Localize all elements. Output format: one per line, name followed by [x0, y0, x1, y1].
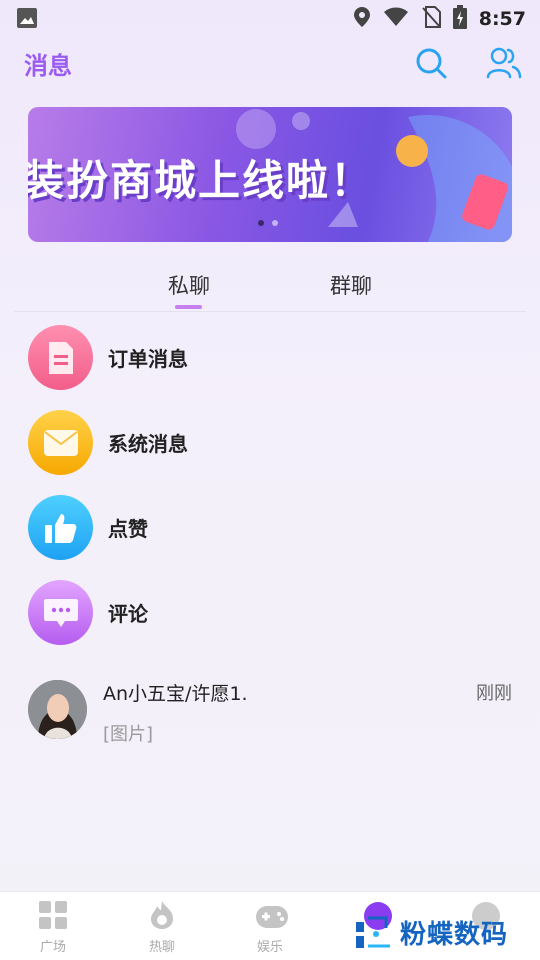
menu-item-likes[interactable]: 点赞: [28, 495, 508, 561]
no-sim-icon: [421, 6, 441, 32]
menu-label: 订单消息: [108, 347, 188, 371]
nav-item-hot-chat[interactable]: 热聊: [117, 892, 207, 960]
nav-label: 广场: [39, 940, 66, 955]
nav-item-plaza[interactable]: 广场: [8, 892, 98, 960]
nav-label: 娱乐: [256, 940, 283, 955]
menu-item-order-messages[interactable]: 订单消息: [28, 325, 508, 391]
banner-headline: 装扮商城上线啦！: [28, 156, 375, 205]
menu-label: 点赞: [108, 517, 148, 541]
pagination-dot-active: [258, 220, 264, 226]
menu-label: 系统消息: [108, 432, 188, 456]
status-bar: 8:57: [0, 0, 540, 36]
menu-item-comments[interactable]: 评论: [28, 580, 508, 646]
promo-banner[interactable]: 装扮商城上线啦！: [28, 107, 512, 242]
gallery-notification-icon: [16, 7, 38, 33]
nav-item-entertainment[interactable]: 娱乐: [225, 892, 315, 960]
thumbs-up-icon: [28, 495, 93, 560]
avatar: [28, 680, 87, 739]
chat-contact-name: An小五宝/许愿1.: [103, 683, 248, 705]
gamepad-icon: [255, 900, 288, 930]
menu-item-system-messages[interactable]: 系统消息: [28, 410, 508, 476]
location-icon: [353, 6, 371, 32]
banner-pagination: [258, 220, 278, 226]
tab-group-chat[interactable]: 群聊: [301, 270, 401, 300]
watermark-text: 粉蝶数码: [400, 919, 509, 950]
mail-icon: [28, 410, 93, 475]
message-tabs: 私聊 群聊: [14, 260, 526, 312]
chat-last-message: [图片]: [103, 724, 154, 745]
wifi-icon: [383, 7, 409, 31]
chat-timestamp: 刚刚: [476, 683, 512, 704]
menu-label: 评论: [108, 602, 148, 626]
pagination-dot: [272, 220, 278, 226]
comment-icon: [28, 580, 93, 645]
app-header: 消息: [0, 36, 540, 92]
friends-icon[interactable]: [486, 46, 522, 80]
order-icon: [28, 325, 93, 390]
battery-charging-icon: [452, 5, 467, 33]
clock-time: 8:57: [478, 8, 526, 30]
search-icon[interactable]: [414, 46, 448, 80]
tab-private-chat[interactable]: 私聊: [139, 270, 239, 300]
chat-list-item[interactable]: An小五宝/许愿1. [图片] 刚刚: [28, 676, 512, 746]
page-title: 消息: [24, 52, 72, 80]
nav-label: 热聊: [148, 940, 175, 955]
watermark-logo-icon: [356, 916, 390, 948]
watermark: 粉蝶数码: [354, 912, 508, 952]
active-tab-indicator: [175, 305, 202, 309]
flame-icon: [147, 900, 177, 930]
grid-icon: [38, 900, 68, 930]
